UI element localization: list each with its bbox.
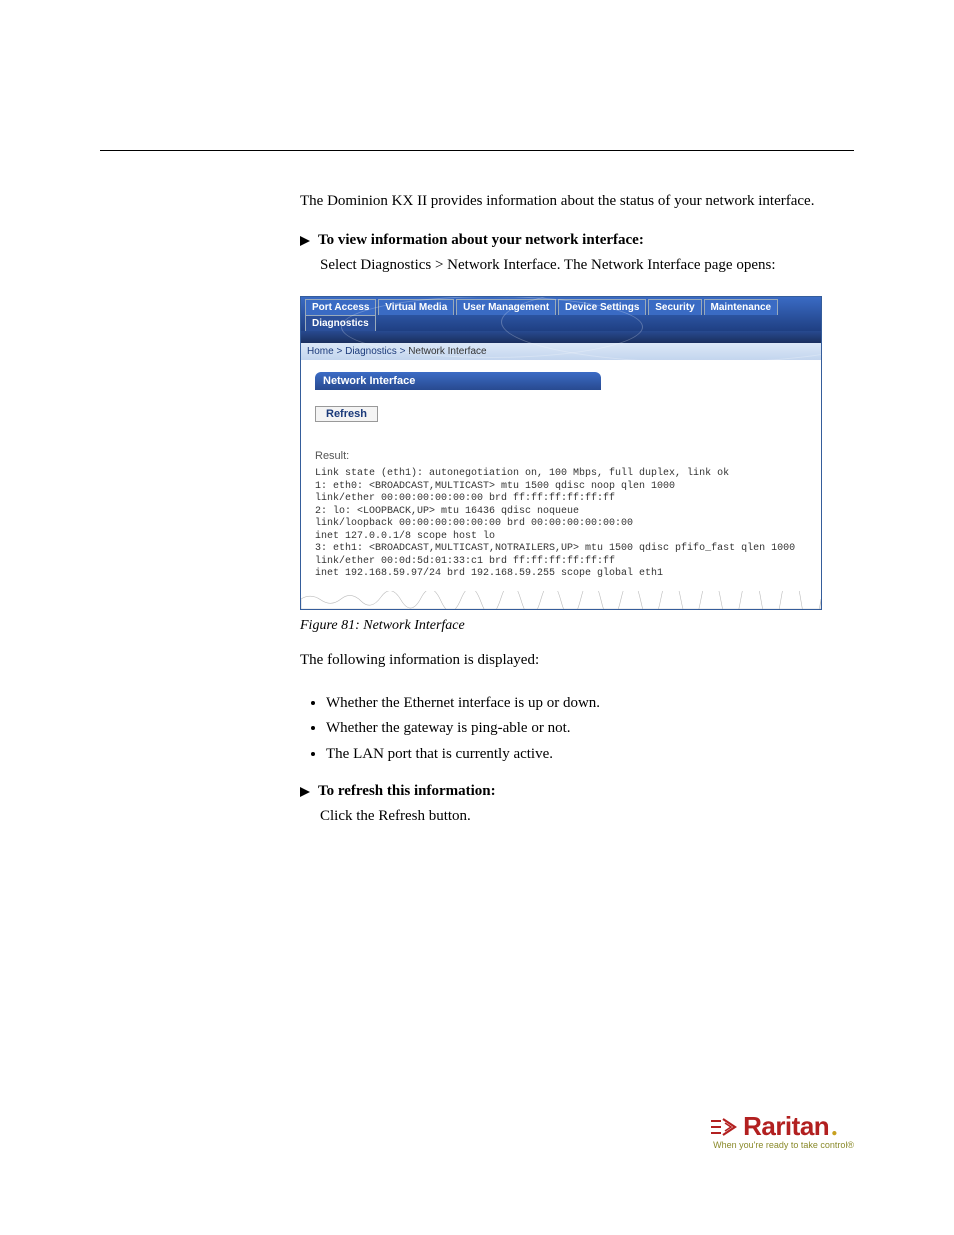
result-label: Result: xyxy=(315,450,807,462)
bullet-ethernet: Whether the Ethernet interface is up or … xyxy=(326,691,854,717)
bullet-gateway: Whether the gateway is ping-able or not. xyxy=(326,716,854,742)
bullet-lan: The LAN port that is currently active. xyxy=(326,742,854,768)
logo-tagline: When you're ready to take control® xyxy=(713,1140,854,1150)
procedure-heading-1: To view information about your network i… xyxy=(300,232,854,249)
panel-title: Network Interface xyxy=(315,372,601,390)
arrow-icon xyxy=(300,236,310,246)
figure-caption: Figure 81: Network Interface xyxy=(300,618,854,634)
arrow-icon xyxy=(300,787,310,797)
info-bullets: Whether the Ethernet interface is up or … xyxy=(308,691,854,768)
screenshot: Port Access Virtual Media User Managemen… xyxy=(300,296,822,610)
intro-text: The Dominion KX II provides information … xyxy=(300,191,854,212)
torn-paper-edge xyxy=(301,591,821,609)
displayed-heading: The following information is displayed: xyxy=(300,650,854,671)
refresh-button[interactable]: Refresh xyxy=(315,406,378,422)
procedure-step-1: Select Diagnostics > Network Interface. … xyxy=(320,255,854,276)
logo-dot: . xyxy=(831,1112,838,1142)
raritan-logo: Raritan. When you're ready to take contr… xyxy=(709,1111,854,1150)
procedure-heading-2: To refresh this information: xyxy=(300,783,854,800)
crumb-home[interactable]: Home xyxy=(307,346,334,357)
header-rule xyxy=(100,150,854,151)
header-decoration xyxy=(301,331,821,343)
logo-brand: Raritan xyxy=(743,1111,829,1142)
procedure-step-2: Click the Refresh button. xyxy=(320,806,854,827)
raritan-logo-icon xyxy=(709,1115,739,1139)
result-output: Link state (eth1): autonegotiation on, 1… xyxy=(315,468,807,581)
